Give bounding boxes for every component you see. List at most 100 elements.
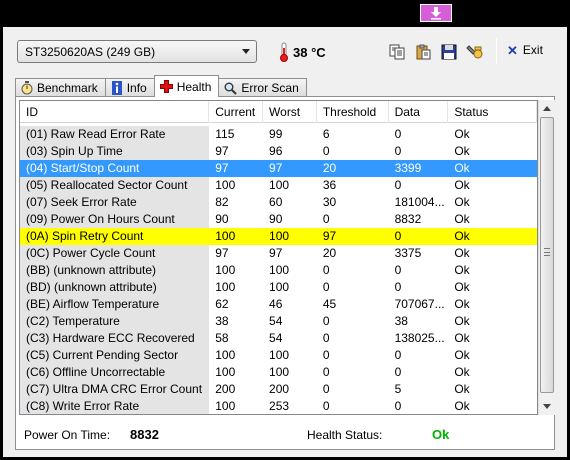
cell-worst: 100: [269, 365, 290, 379]
cell-data: 0: [394, 399, 402, 413]
tab-info[interactable]: Info: [104, 78, 155, 97]
scroll-down-button[interactable]: [539, 398, 555, 415]
cell-status: Ok: [454, 297, 470, 311]
cell-current: 115: [215, 127, 235, 141]
cell-worst: 100: [269, 348, 290, 362]
cell-data: 181004...: [394, 195, 445, 209]
cell-threshold: 45: [322, 297, 337, 311]
options-button[interactable]: [465, 42, 485, 62]
cell-threshold: 0: [322, 382, 330, 396]
table-header: ID Current Worst Threshold Data Status: [20, 101, 537, 123]
cell-status: Ok: [454, 399, 470, 413]
cell-status: Ok: [454, 280, 470, 294]
table-row[interactable]: (05) Reallocated Sector Count 100 100 36 0 Ok: [20, 177, 537, 194]
column-header-threshold[interactable]: Threshold: [317, 101, 389, 123]
cell-id: (C5) Current Pending Sector: [20, 347, 210, 364]
vertical-scrollbar[interactable]: [538, 100, 555, 415]
column-header-current[interactable]: Current: [209, 101, 264, 123]
cell-current: 100: [215, 229, 236, 243]
temperature-display: 38 °C: [279, 40, 326, 64]
temperature-value: 38 °C: [293, 44, 326, 60]
cell-worst: 46: [269, 297, 283, 311]
copy-icon: [389, 44, 405, 60]
table-row[interactable]: (C5) Current Pending Sector 100 100 0 0 Ok: [20, 347, 537, 364]
cell-data: 0: [394, 229, 402, 243]
download-arrow-icon: [431, 7, 441, 20]
cell-id: (C3) Hardware ECC Recovered: [20, 330, 210, 347]
cell-threshold: 6: [322, 127, 330, 141]
health-panel: ID Current Worst Threshold Data Status (…: [15, 96, 555, 450]
drive-select[interactable]: ST3250620AS (249 GB): [17, 40, 257, 63]
column-header-worst[interactable]: Worst: [263, 101, 317, 123]
table-row[interactable]: (BE) Airflow Temperature 62 46 45 707067... O…: [20, 296, 537, 313]
status-footer: Power On Time: 8832 Health Status: Ok: [16, 415, 554, 449]
table-row[interactable]: (07) Seek Error Rate 82 60 30 181004... Ok: [20, 194, 537, 211]
cell-data: 8832: [394, 212, 422, 226]
magnifier-icon: [224, 82, 238, 95]
thermometer-icon: [280, 42, 288, 62]
table-row[interactable]: (0A) Spin Retry Count 100 100 97 0 Ok: [20, 228, 537, 245]
table-row[interactable]: (C6) Offline Uncorrectable 100 100 0 0 Ok: [20, 364, 537, 381]
tab-error-scan[interactable]: Error Scan: [218, 78, 307, 97]
cell-status: Ok: [454, 263, 470, 277]
table-row[interactable]: (C8) Write Error Rate 100 253 0 0 Ok: [20, 398, 537, 414]
cell-current: 62: [215, 297, 229, 311]
cell-current: 90: [215, 212, 229, 226]
exit-button[interactable]: ✕ Exit: [507, 43, 543, 57]
stopwatch-icon: [21, 81, 33, 95]
column-header-data[interactable]: Data: [389, 101, 449, 123]
scrollbar-thumb[interactable]: [540, 117, 554, 393]
cell-current: 58: [215, 331, 229, 345]
save-button[interactable]: [439, 42, 459, 62]
cell-worst: 253: [269, 399, 290, 413]
cell-threshold: 20: [322, 161, 337, 175]
cell-data: 0: [394, 365, 402, 379]
column-header-status[interactable]: Status: [448, 101, 537, 123]
cell-data: 0: [394, 263, 402, 277]
cell-data: 3375: [394, 246, 422, 260]
column-header-id[interactable]: ID: [20, 101, 210, 123]
cell-current: 97: [215, 246, 229, 260]
cell-data: 0: [394, 280, 402, 294]
cell-threshold: 30: [322, 195, 337, 209]
table-row[interactable]: (C3) Hardware ECC Recovered 58 54 0 138025..…: [20, 330, 537, 347]
copy-button[interactable]: [387, 42, 407, 62]
wrench-hand-icon: [466, 45, 483, 59]
tab-health-label: Health: [176, 79, 212, 94]
scroll-up-button[interactable]: [539, 100, 555, 117]
cell-data: 5: [394, 382, 402, 396]
tab-health[interactable]: Health: [153, 75, 220, 97]
table-row[interactable]: (04) Start/Stop Count 97 97 20 3399 Ok: [20, 160, 537, 177]
cell-worst: 90: [269, 212, 283, 226]
paste-button[interactable]: [413, 42, 433, 62]
chevron-down-icon: [543, 404, 551, 409]
cell-data: 38: [394, 314, 408, 328]
close-icon: ✕: [507, 42, 518, 58]
smart-attributes-table[interactable]: ID Current Worst Threshold Data Status (…: [19, 100, 538, 415]
cell-status: Ok: [454, 246, 470, 260]
cell-id: (BB) (unknown attribute): [20, 262, 210, 279]
table-row[interactable]: (0C) Power Cycle Count 97 97 20 3375 Ok: [20, 245, 537, 262]
tab-benchmark[interactable]: Benchmark: [15, 78, 106, 97]
cell-worst: 100: [269, 280, 290, 294]
table-row[interactable]: (BB) (unknown attribute) 100 100 0 0 Ok: [20, 262, 537, 279]
table-row[interactable]: (03) Spin Up Time 97 96 0 0 Ok: [20, 143, 537, 160]
cell-data: 0: [394, 144, 402, 158]
cell-status: Ok: [454, 144, 470, 158]
cell-id: (C6) Offline Uncorrectable: [20, 364, 210, 381]
cell-worst: 99: [269, 127, 283, 141]
tab-benchmark-label: Benchmark: [37, 81, 98, 95]
table-row[interactable]: (BD) (unknown attribute) 100 100 0 0 Ok: [20, 279, 537, 296]
table-row[interactable]: (01) Raw Read Error Rate 115 99 6 0 Ok: [20, 126, 537, 143]
cell-current: 97: [215, 161, 229, 175]
pin-button[interactable]: [420, 4, 452, 22]
cell-current: 38: [215, 314, 229, 328]
table-row[interactable]: (C7) Ultra DMA CRC Error Count 200 200 0 5 Ok: [20, 381, 537, 398]
table-body: (01) Raw Read Error Rate 115 99 6 0 Ok (03) Sp…: [20, 123, 537, 414]
table-row[interactable]: (C2) Temperature 38 54 0 38 Ok: [20, 313, 537, 330]
exit-label: Exit: [522, 43, 543, 57]
cell-worst: 96: [269, 144, 283, 158]
cell-worst: 60: [269, 195, 283, 209]
cell-current: 82: [215, 195, 229, 209]
table-row[interactable]: (09) Power On Hours Count 90 90 0 8832 Ok: [20, 211, 537, 228]
